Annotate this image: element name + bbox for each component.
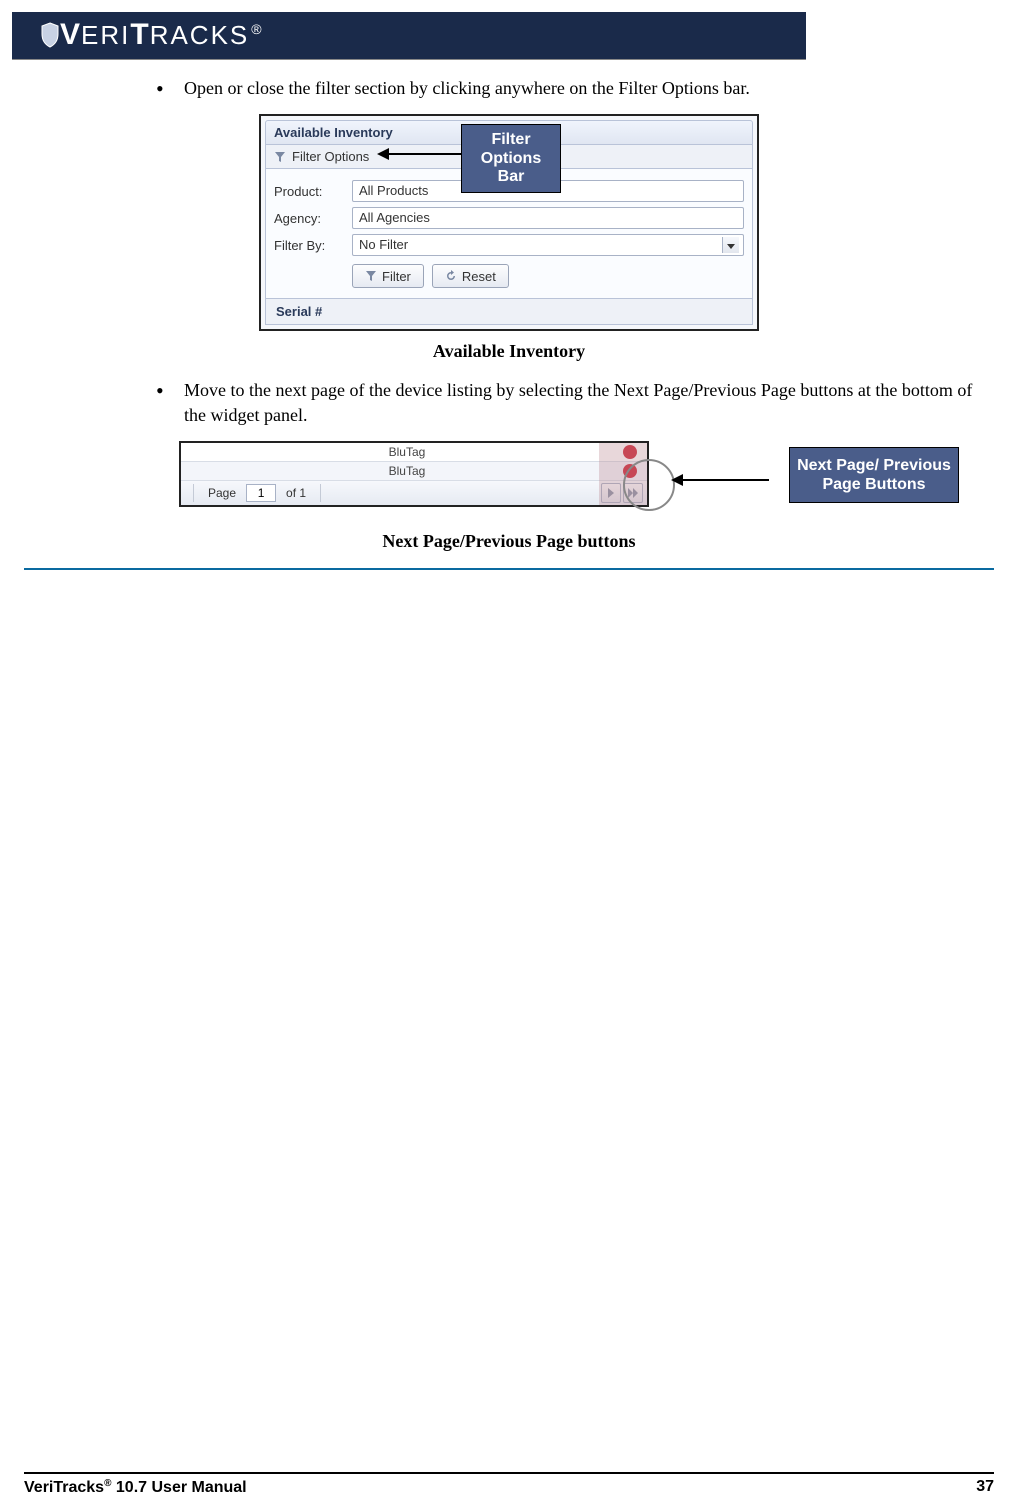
filterby-select[interactable]: No Filter — [352, 234, 744, 256]
chevron-down-icon — [727, 244, 735, 249]
figure-caption-1: Available Inventory — [24, 341, 994, 362]
page-of-label: of 1 — [286, 486, 306, 500]
agency-field[interactable]: All Agencies — [352, 207, 744, 229]
chevron-right-icon — [607, 488, 615, 498]
reset-icon — [445, 270, 457, 282]
callout-next-prev-buttons: Next Page/ Previous Page Buttons — [789, 447, 959, 503]
funnel-icon — [274, 151, 286, 163]
list-item[interactable]: BluTag — [181, 462, 647, 481]
page-input[interactable] — [246, 484, 276, 502]
last-page-button[interactable] — [623, 483, 643, 503]
column-header-serial[interactable]: Serial # — [265, 299, 753, 325]
page-label: Page — [208, 486, 236, 500]
agency-label: Agency: — [274, 211, 344, 226]
funnel-icon — [365, 270, 377, 282]
shield-icon — [40, 22, 60, 48]
product-label: Product: — [274, 184, 344, 199]
reset-button[interactable]: Reset — [432, 264, 509, 288]
section-divider — [24, 568, 994, 570]
filterby-label: Filter By: — [274, 238, 344, 253]
page-footer: VeriTracks® 10.7 User Manual 37 — [0, 1472, 1018, 1497]
header-right-blank — [806, 12, 1006, 60]
screenshot-pager: BluTag BluTag Page of 1 — [179, 441, 649, 507]
pager-bar: Page of 1 — [181, 481, 647, 505]
screenshot-filter-panel: Filter Options Bar Available Inventory F… — [259, 114, 759, 331]
callout-filter-options-bar: Filter Options Bar — [461, 124, 561, 193]
brand-logo: VERITRACKS® — [40, 18, 264, 52]
arrow-icon — [673, 479, 769, 481]
filter-options-label: Filter Options — [292, 149, 369, 164]
page-number: 37 — [976, 1478, 994, 1497]
arrow-icon — [379, 153, 461, 155]
next-page-button[interactable] — [601, 483, 621, 503]
figure-caption-2: Next Page/Previous Page buttons — [24, 531, 994, 552]
alert-icon — [623, 445, 637, 459]
brand-header: VERITRACKS® — [12, 12, 1006, 60]
list-item[interactable]: BluTag — [181, 443, 647, 462]
bullet-next-prev: Move to the next page of the device list… — [184, 378, 994, 427]
footer-title: VeriTracks® 10.7 User Manual — [24, 1478, 247, 1497]
bullet-filter-bar: Open or close the filter section by clic… — [184, 76, 994, 100]
filter-button[interactable]: Filter — [352, 264, 424, 288]
chevron-double-right-icon — [628, 488, 638, 498]
alert-icon — [623, 464, 637, 478]
